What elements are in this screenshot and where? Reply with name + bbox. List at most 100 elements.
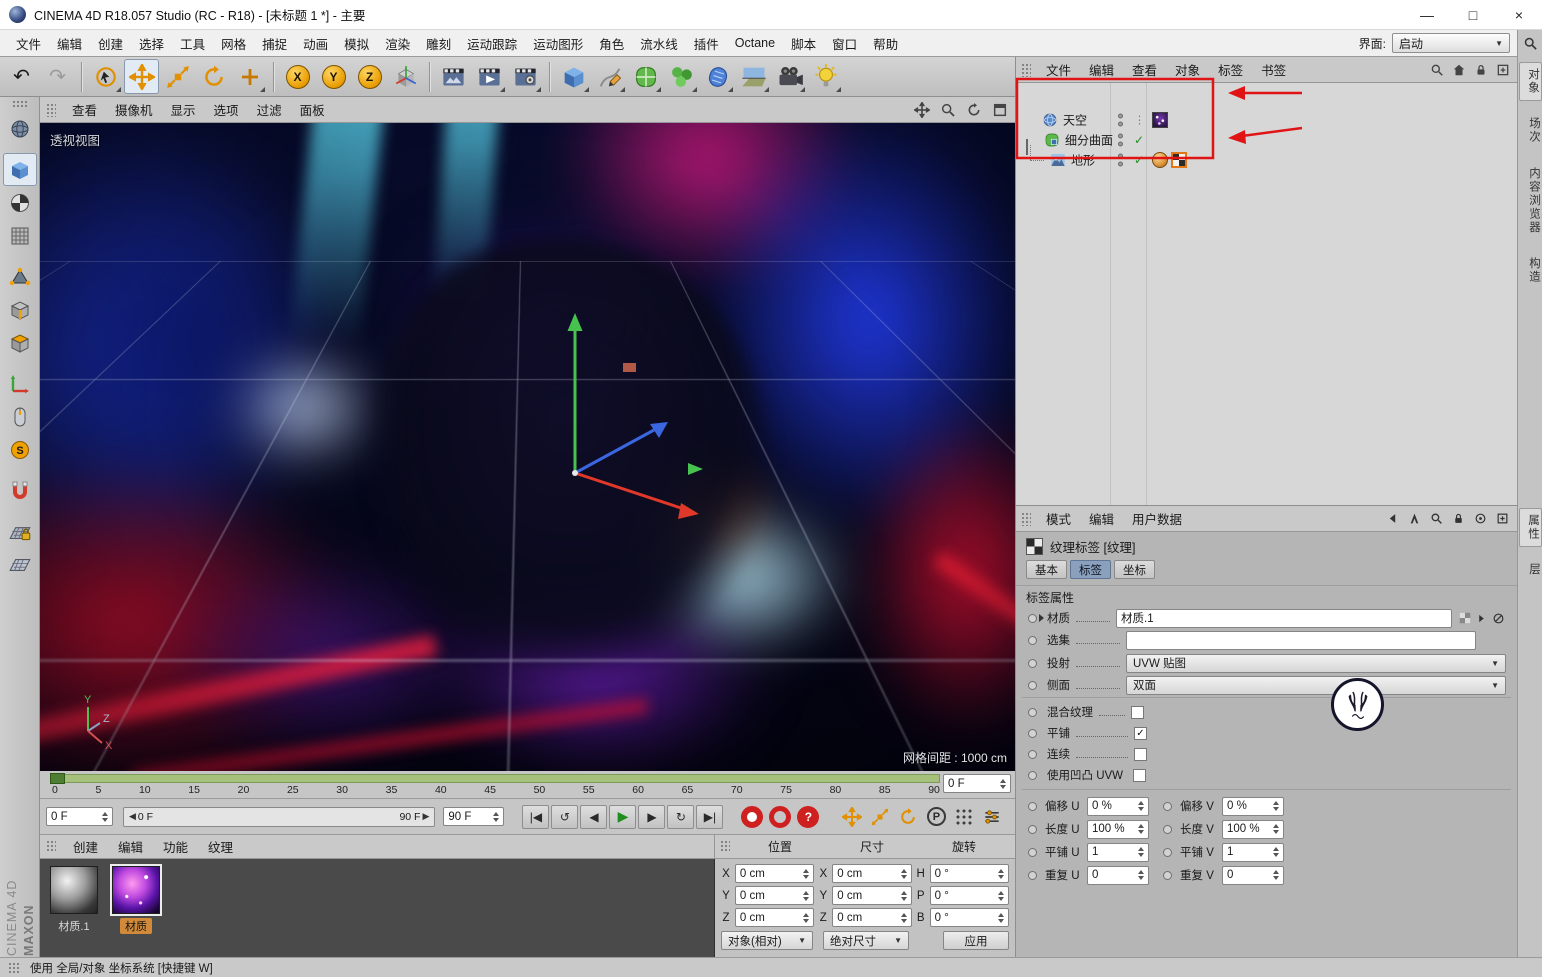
- repeat-u-field[interactable]: 0: [1087, 866, 1149, 885]
- size-x-field[interactable]: 0 cm: [832, 864, 911, 883]
- history-back-icon[interactable]: [1384, 510, 1401, 527]
- spinner[interactable]: [994, 891, 1004, 901]
- undo-button[interactable]: ↶: [4, 59, 39, 94]
- apply-button[interactable]: 应用: [943, 931, 1009, 950]
- anim-toggle[interactable]: [1028, 848, 1037, 857]
- landscape-object-icon[interactable]: [1050, 152, 1066, 168]
- pen-spline-button[interactable]: [592, 59, 627, 94]
- anim-toggle[interactable]: [1028, 825, 1037, 834]
- menu-animate[interactable]: 动画: [295, 30, 336, 57]
- pan-view-button[interactable]: [911, 100, 933, 120]
- rotate-view-button[interactable]: [963, 100, 985, 120]
- length-u-field[interactable]: 100 %: [1087, 820, 1149, 839]
- menu-snap[interactable]: 捕捉: [254, 30, 295, 57]
- material-thumbnail[interactable]: [50, 866, 98, 914]
- anim-toggle[interactable]: [1028, 729, 1037, 738]
- preview-range-bar[interactable]: [50, 774, 940, 783]
- object-name[interactable]: 地形: [1071, 152, 1095, 169]
- spinner[interactable]: [897, 891, 907, 901]
- object-row-sky[interactable]: 天空 ⋮: [1016, 110, 1517, 130]
- menu-character[interactable]: 角色: [591, 30, 632, 57]
- tab-layers[interactable]: 层: [1519, 558, 1542, 582]
- seamless-checkbox[interactable]: [1134, 748, 1147, 761]
- pos-y-field[interactable]: 0 cm: [735, 886, 814, 905]
- lock-icon[interactable]: [1472, 61, 1489, 78]
- spinner[interactable]: [994, 913, 1004, 923]
- spinner[interactable]: [1269, 801, 1279, 811]
- selection-field[interactable]: [1126, 631, 1476, 650]
- menu-octane[interactable]: Octane: [727, 32, 783, 54]
- menu-simulate[interactable]: 模拟: [336, 30, 377, 57]
- visibility-dots[interactable]: [1118, 154, 1123, 167]
- render-view-button[interactable]: [436, 59, 471, 94]
- spinner[interactable]: [897, 913, 907, 923]
- anim-toggle[interactable]: [1028, 659, 1037, 668]
- end-frame-field[interactable]: 90 F: [443, 807, 504, 826]
- current-frame-field[interactable]: 0 F: [46, 807, 113, 826]
- anim-toggle[interactable]: [1163, 871, 1172, 880]
- minimize-button[interactable]: —: [1404, 0, 1450, 30]
- tab-structure[interactable]: 构造: [1519, 252, 1542, 289]
- om-menu-file[interactable]: 文件: [1038, 57, 1079, 82]
- palette-drag-handle[interactable]: [12, 100, 28, 108]
- goto-start-button[interactable]: |◀: [522, 805, 549, 829]
- repeat-v-field[interactable]: 0: [1222, 866, 1284, 885]
- tiles-v-field[interactable]: 1: [1222, 843, 1284, 862]
- keying-palette-button[interactable]: [951, 804, 977, 830]
- transform-gizmo[interactable]: [40, 123, 1015, 771]
- goto-end-button[interactable]: ▶|: [696, 805, 723, 829]
- make-editable-button[interactable]: [3, 112, 37, 145]
- viewport-solo-button[interactable]: [3, 400, 37, 433]
- sky-texture-tag[interactable]: [1152, 112, 1168, 128]
- menu-tools[interactable]: 工具: [172, 30, 213, 57]
- tab-attributes[interactable]: 属性: [1519, 508, 1542, 547]
- anim-toggle[interactable]: [1028, 636, 1037, 645]
- polygons-mode-button[interactable]: [3, 326, 37, 359]
- timeline-ruler[interactable]: 051015202530354045505560657075808590 0 F: [40, 771, 1015, 799]
- tab-basic[interactable]: 基本: [1026, 560, 1067, 579]
- subdivision-object-icon[interactable]: [1044, 132, 1060, 148]
- previous-frame-button[interactable]: ◀: [580, 805, 607, 829]
- enable-axis-button[interactable]: [3, 367, 37, 400]
- tile-checkbox[interactable]: [1134, 727, 1147, 740]
- anim-toggle[interactable]: [1028, 750, 1037, 759]
- mograph-button[interactable]: [664, 59, 699, 94]
- length-v-field[interactable]: 100 %: [1222, 820, 1284, 839]
- planar-workplane-button[interactable]: [3, 548, 37, 581]
- vp-menu-display[interactable]: 显示: [163, 97, 204, 122]
- autokey-button[interactable]: [769, 806, 791, 828]
- subdivision-surface-button[interactable]: [628, 59, 663, 94]
- spinner[interactable]: [1134, 847, 1144, 857]
- key-parameter-toggle[interactable]: P: [923, 804, 949, 830]
- menu-window[interactable]: 窗口: [824, 30, 865, 57]
- rot-b-field[interactable]: 0 °: [930, 908, 1009, 927]
- am-menu-edit[interactable]: 编辑: [1081, 506, 1122, 531]
- offset-u-field[interactable]: 0 %: [1087, 797, 1149, 816]
- end-frame-spinner[interactable]: [489, 812, 499, 822]
- om-menu-edit[interactable]: 编辑: [1081, 57, 1122, 82]
- spinner[interactable]: [1269, 847, 1279, 857]
- coordinate-drag-handle[interactable]: [720, 840, 730, 853]
- scale-tool-button[interactable]: [160, 59, 195, 94]
- tab-coordinates[interactable]: 坐标: [1114, 560, 1155, 579]
- maximize-button[interactable]: □: [1450, 0, 1496, 30]
- next-frame-button[interactable]: ▶: [638, 805, 665, 829]
- anim-toggle[interactable]: [1163, 825, 1172, 834]
- material-item[interactable]: 材质.1: [48, 866, 100, 957]
- coordinate-mode-dropdown[interactable]: 对象(相对)▼: [721, 931, 813, 950]
- spinner[interactable]: [1134, 870, 1144, 880]
- close-button[interactable]: ×: [1496, 0, 1542, 30]
- current-frame-spinner[interactable]: [98, 812, 108, 822]
- sky-object-icon[interactable]: [1042, 112, 1058, 128]
- mix-textures-checkbox[interactable]: [1131, 706, 1144, 719]
- ruler-frame-field[interactable]: 0 F: [943, 774, 1011, 793]
- am-menu-userdata[interactable]: 用户数据: [1124, 506, 1190, 531]
- loop-button[interactable]: ↻: [667, 805, 694, 829]
- key-rotation-toggle[interactable]: [895, 804, 921, 830]
- arrow-right-icon[interactable]: [1473, 610, 1490, 627]
- keyframe-help-button[interactable]: ?: [797, 806, 819, 828]
- material-drag-handle[interactable]: [46, 840, 56, 853]
- mat-menu-edit[interactable]: 编辑: [109, 834, 152, 859]
- texture-preview-icon[interactable]: [1456, 610, 1473, 627]
- range-right-handle[interactable]: ▶: [420, 811, 431, 822]
